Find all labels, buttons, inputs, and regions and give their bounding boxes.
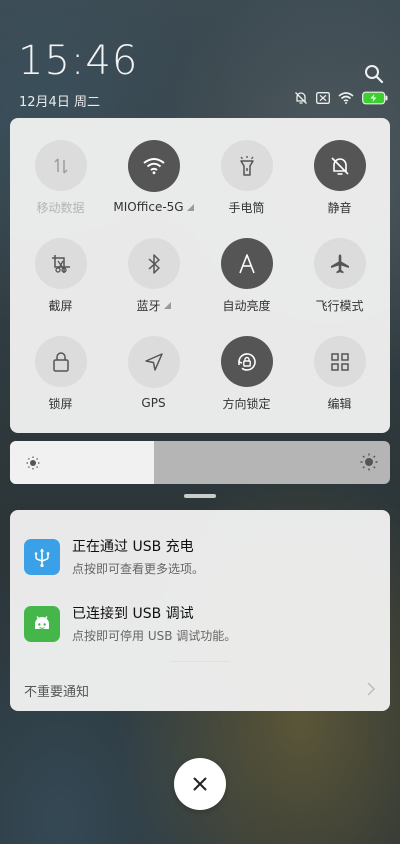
brightness-low-icon bbox=[26, 455, 40, 474]
wifi-icon bbox=[127, 140, 180, 192]
wifi-signal-icon bbox=[338, 90, 354, 106]
tile-gps[interactable]: GPS bbox=[106, 314, 201, 412]
notification-body: 点按即可停用 USB 调试功能。 bbox=[72, 629, 237, 643]
chevron-right-icon[interactable] bbox=[364, 680, 378, 698]
tile-auto-brightness[interactable]: 自动亮度 bbox=[199, 216, 294, 314]
notification-title: 已连接到 USB 调试 bbox=[72, 606, 194, 622]
notification-title: 正在通过 USB 充电 bbox=[72, 539, 194, 555]
tile-edit[interactable]: 编辑 bbox=[292, 314, 387, 412]
rotation-lock-icon bbox=[220, 336, 273, 387]
unimportant-notifications-link[interactable]: 不重要通知 bbox=[24, 681, 89, 700]
search-icon[interactable] bbox=[362, 62, 386, 86]
screenshot-icon bbox=[34, 238, 87, 289]
divider bbox=[170, 661, 230, 662]
brightness-high-icon bbox=[360, 453, 378, 475]
tile-label: 飞行模式 bbox=[315, 299, 364, 313]
tile-label: 截屏 bbox=[48, 299, 73, 313]
edit-grid-icon bbox=[313, 336, 366, 387]
notification-usb-charging[interactable]: 正在通过 USB 充电 点按即可查看更多选项。 bbox=[24, 534, 374, 582]
tile-label-bluetooth: 蓝牙 bbox=[136, 297, 171, 314]
airplane-icon bbox=[313, 238, 366, 289]
flashlight-icon bbox=[220, 140, 273, 191]
tile-flashlight[interactable]: 手电筒 bbox=[199, 118, 294, 216]
tile-label: 静音 bbox=[327, 201, 352, 215]
battery-charging-icon bbox=[362, 90, 388, 106]
lock-icon bbox=[34, 336, 87, 387]
android-icon bbox=[24, 606, 60, 642]
tile-label: 方向锁定 bbox=[222, 397, 271, 411]
notification-body: 点按即可查看更多选项。 bbox=[72, 562, 205, 576]
tile-label: 手电筒 bbox=[228, 201, 265, 215]
panel-drag-handle[interactable] bbox=[184, 494, 216, 498]
tile-mute[interactable]: 静音 bbox=[292, 118, 387, 216]
tile-label: 编辑 bbox=[327, 397, 352, 411]
mobile-data-icon bbox=[34, 140, 87, 191]
notification-usb-debugging[interactable]: 已连接到 USB 调试 点按即可停用 USB 调试功能。 bbox=[24, 601, 374, 649]
status-bar-icons bbox=[294, 90, 388, 106]
tile-label-wifi: MIOffice-5G bbox=[113, 200, 194, 214]
tile-bluetooth[interactable]: 蓝牙 bbox=[106, 216, 201, 314]
clock-date: 12月4日 周二 bbox=[19, 95, 100, 110]
bluetooth-icon bbox=[127, 238, 180, 289]
bell-off-icon bbox=[294, 90, 308, 106]
close-icon bbox=[192, 776, 208, 792]
tile-mobile-data[interactable]: 移动数据 bbox=[13, 118, 108, 216]
mute-icon bbox=[313, 140, 366, 191]
tile-label: 自动亮度 bbox=[222, 299, 271, 313]
tile-rotation-lock[interactable]: 方向锁定 bbox=[199, 314, 294, 412]
expand-triangle-icon bbox=[163, 302, 171, 309]
tile-label: GPS bbox=[141, 396, 166, 410]
tile-label: 锁屏 bbox=[48, 397, 73, 411]
no-sim-icon bbox=[316, 90, 330, 106]
tile-airplane[interactable]: 飞行模式 bbox=[292, 216, 387, 314]
notification-card: 正在通过 USB 充电 点按即可查看更多选项。 已连接到 USB 调试 点按即可… bbox=[10, 510, 390, 711]
tile-wifi[interactable]: MIOffice-5G bbox=[106, 118, 201, 216]
auto-brightness-icon bbox=[220, 238, 273, 289]
usb-icon bbox=[24, 539, 60, 575]
tile-label: MIOffice-5G bbox=[113, 200, 184, 214]
expand-triangle-icon bbox=[186, 203, 194, 211]
quick-settings-panel: 移动数据 MIOffice-5G 手电筒 静音 截屏 蓝牙 自动亮度 飞行模式 … bbox=[10, 118, 390, 433]
tile-screenshot[interactable]: 截屏 bbox=[13, 216, 108, 314]
clock-time: 15:46 bbox=[18, 38, 139, 84]
tile-lock-screen[interactable]: 锁屏 bbox=[13, 314, 108, 412]
tile-label: 移动数据 bbox=[36, 201, 85, 215]
tile-label: 蓝牙 bbox=[136, 299, 161, 313]
brightness-slider[interactable] bbox=[10, 441, 390, 484]
clear-all-button[interactable] bbox=[174, 758, 226, 810]
gps-icon bbox=[127, 336, 180, 388]
